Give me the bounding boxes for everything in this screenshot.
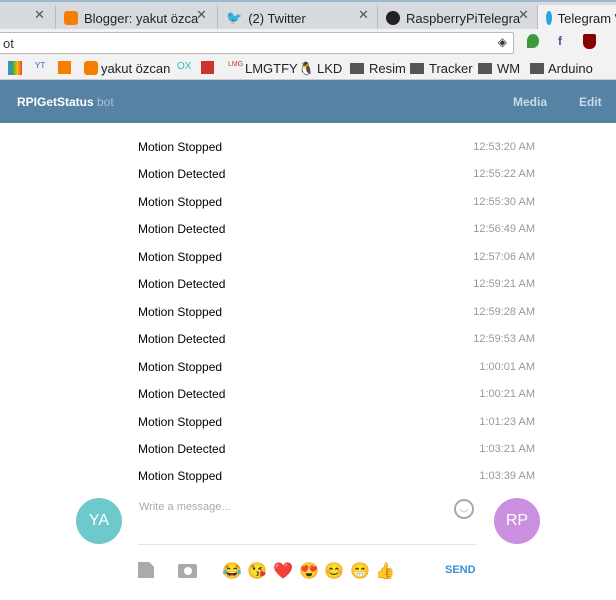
emoji-heart-eyes[interactable]: 😍 bbox=[299, 561, 319, 581]
attach-file-icon[interactable] bbox=[138, 562, 154, 578]
close-tab-icon[interactable]: ✕ bbox=[34, 7, 45, 23]
chat-header: RPIGetStatus bot Media Edit bbox=[0, 80, 616, 123]
user-avatar[interactable]: YA bbox=[76, 498, 122, 544]
telegram-icon bbox=[546, 11, 552, 25]
blogger-icon bbox=[64, 11, 78, 25]
message-text: Motion Detected bbox=[138, 222, 226, 237]
folder-icon bbox=[410, 63, 424, 74]
message-time: 12:55:22 AM bbox=[473, 168, 535, 181]
bot-avatar[interactable]: RP bbox=[494, 498, 540, 544]
message-time: 1:01:23 AM bbox=[479, 415, 535, 428]
bookmark-resim[interactable]: Resim bbox=[369, 61, 406, 76]
message-text: Motion Stopped bbox=[138, 140, 223, 154]
camera-icon[interactable] bbox=[178, 564, 197, 578]
tab-github[interactable]: RaspberryPiTelegra bbox=[377, 5, 537, 31]
message-time: 12:57:06 AM bbox=[473, 250, 535, 263]
bookmarks-bar: YT yakut özcan OX LMG LMGTFY 🐧 LKD Resim… bbox=[0, 56, 616, 80]
translate-icon[interactable]: ◈ bbox=[498, 35, 507, 49]
message-text: Motion Detected bbox=[138, 387, 226, 402]
message-text: Motion Stopped bbox=[138, 414, 223, 429]
analytics-icon[interactable] bbox=[58, 61, 71, 74]
message-text: Motion Stopped bbox=[138, 469, 223, 484]
tab-title: Blogger: yakut özca bbox=[84, 10, 199, 26]
message-time: 12:55:30 AM bbox=[473, 195, 535, 208]
emoji-kiss[interactable]: 😘 bbox=[247, 561, 267, 581]
message-text: Motion Stopped bbox=[138, 194, 223, 209]
chat-subtitle: bot bbox=[97, 95, 114, 109]
close-tab-icon[interactable]: ✕ bbox=[518, 7, 529, 23]
bookmark-lmgtfy[interactable]: LMGTFY bbox=[245, 61, 298, 76]
message-time: 12:56:49 AM bbox=[473, 223, 535, 236]
folder-icon bbox=[530, 63, 544, 74]
chat-title[interactable]: RPIGetStatus bbox=[17, 95, 94, 109]
message-time: 1:00:01 AM bbox=[479, 360, 535, 373]
google-icon[interactable] bbox=[8, 61, 22, 75]
message-time: 12:59:28 AM bbox=[473, 305, 535, 318]
emoji-blush[interactable]: 😊 bbox=[324, 561, 344, 581]
tab-title: Telegram W bbox=[557, 10, 616, 26]
ox-icon[interactable]: OX bbox=[177, 61, 191, 72]
tux-icon: 🐧 bbox=[298, 61, 315, 76]
close-tab-icon[interactable]: ✕ bbox=[358, 7, 369, 23]
bookmark-wm[interactable]: WM bbox=[497, 61, 520, 76]
message-time: 12:59:53 AM bbox=[473, 333, 535, 346]
emoji-joy[interactable]: 😂 bbox=[222, 561, 242, 581]
message-input[interactable]: Write a message... bbox=[139, 501, 459, 513]
facebook-icon[interactable]: f bbox=[558, 34, 562, 48]
message-text: Motion Detected bbox=[138, 441, 226, 456]
tab-telegram[interactable]: Telegram W bbox=[537, 5, 616, 31]
emoji-grin[interactable]: 😁 bbox=[350, 561, 370, 581]
folder-icon bbox=[478, 63, 492, 74]
thumb-icon[interactable] bbox=[201, 61, 214, 74]
message-time: 1:03:39 AM bbox=[479, 470, 535, 483]
message-text: Motion Detected bbox=[138, 277, 226, 292]
tab-bar: ✕ Blogger: yakut özca ✕ 🐦 (2) Twitter ✕ R… bbox=[0, 0, 616, 31]
extension-icon[interactable] bbox=[527, 34, 539, 48]
message-text: Motion Detected bbox=[138, 332, 226, 347]
bookmark-tracker[interactable]: Tracker bbox=[429, 61, 473, 76]
tab-blogger[interactable]: Blogger: yakut özca bbox=[55, 5, 215, 31]
send-button[interactable]: SEND bbox=[445, 564, 476, 576]
message-text: Motion Stopped bbox=[138, 304, 223, 319]
edit-button[interactable]: Edit bbox=[579, 95, 602, 109]
tab-title: (2) Twitter bbox=[248, 10, 306, 26]
lmgtfy-icon: LMG bbox=[228, 61, 244, 68]
twitter-icon: 🐦 bbox=[226, 10, 243, 25]
message-time: 12:53:20 AM bbox=[473, 141, 535, 153]
blogger-icon bbox=[84, 61, 98, 75]
bookmark-arduino[interactable]: Arduino bbox=[548, 61, 593, 76]
divider bbox=[138, 544, 477, 545]
media-button[interactable]: Media bbox=[513, 95, 547, 109]
message-text: Motion Stopped bbox=[138, 249, 223, 264]
message-time: 1:00:21 AM bbox=[479, 388, 535, 401]
close-tab-icon[interactable]: ✕ bbox=[196, 7, 207, 23]
url-input[interactable]: ot ◈ bbox=[0, 32, 514, 54]
address-bar: ot ◈ f bbox=[0, 29, 616, 56]
bookmark-yakut[interactable]: yakut özcan bbox=[101, 61, 170, 76]
ytmp3-icon[interactable]: YT bbox=[35, 61, 45, 70]
url-text: ot bbox=[3, 36, 14, 51]
emoji-heart[interactable]: ❤️ bbox=[273, 561, 293, 581]
github-icon bbox=[386, 11, 400, 25]
folder-icon bbox=[350, 63, 364, 74]
tab-title: RaspberryPiTelegra bbox=[406, 10, 521, 26]
tab-twitter[interactable]: 🐦 (2) Twitter bbox=[217, 5, 377, 31]
bookmark-lkd[interactable]: LKD bbox=[317, 61, 342, 76]
emoji-thumbs-up[interactable]: 👍 bbox=[375, 561, 395, 581]
emoji-icon[interactable]: ◡ bbox=[454, 499, 474, 519]
message-time: 1:03:21 AM bbox=[479, 442, 535, 455]
message-text: Motion Stopped bbox=[138, 359, 223, 374]
ublock-icon[interactable] bbox=[583, 34, 596, 49]
message-text: Motion Detected bbox=[138, 167, 226, 182]
message-time: 12:59:21 AM bbox=[473, 278, 535, 291]
